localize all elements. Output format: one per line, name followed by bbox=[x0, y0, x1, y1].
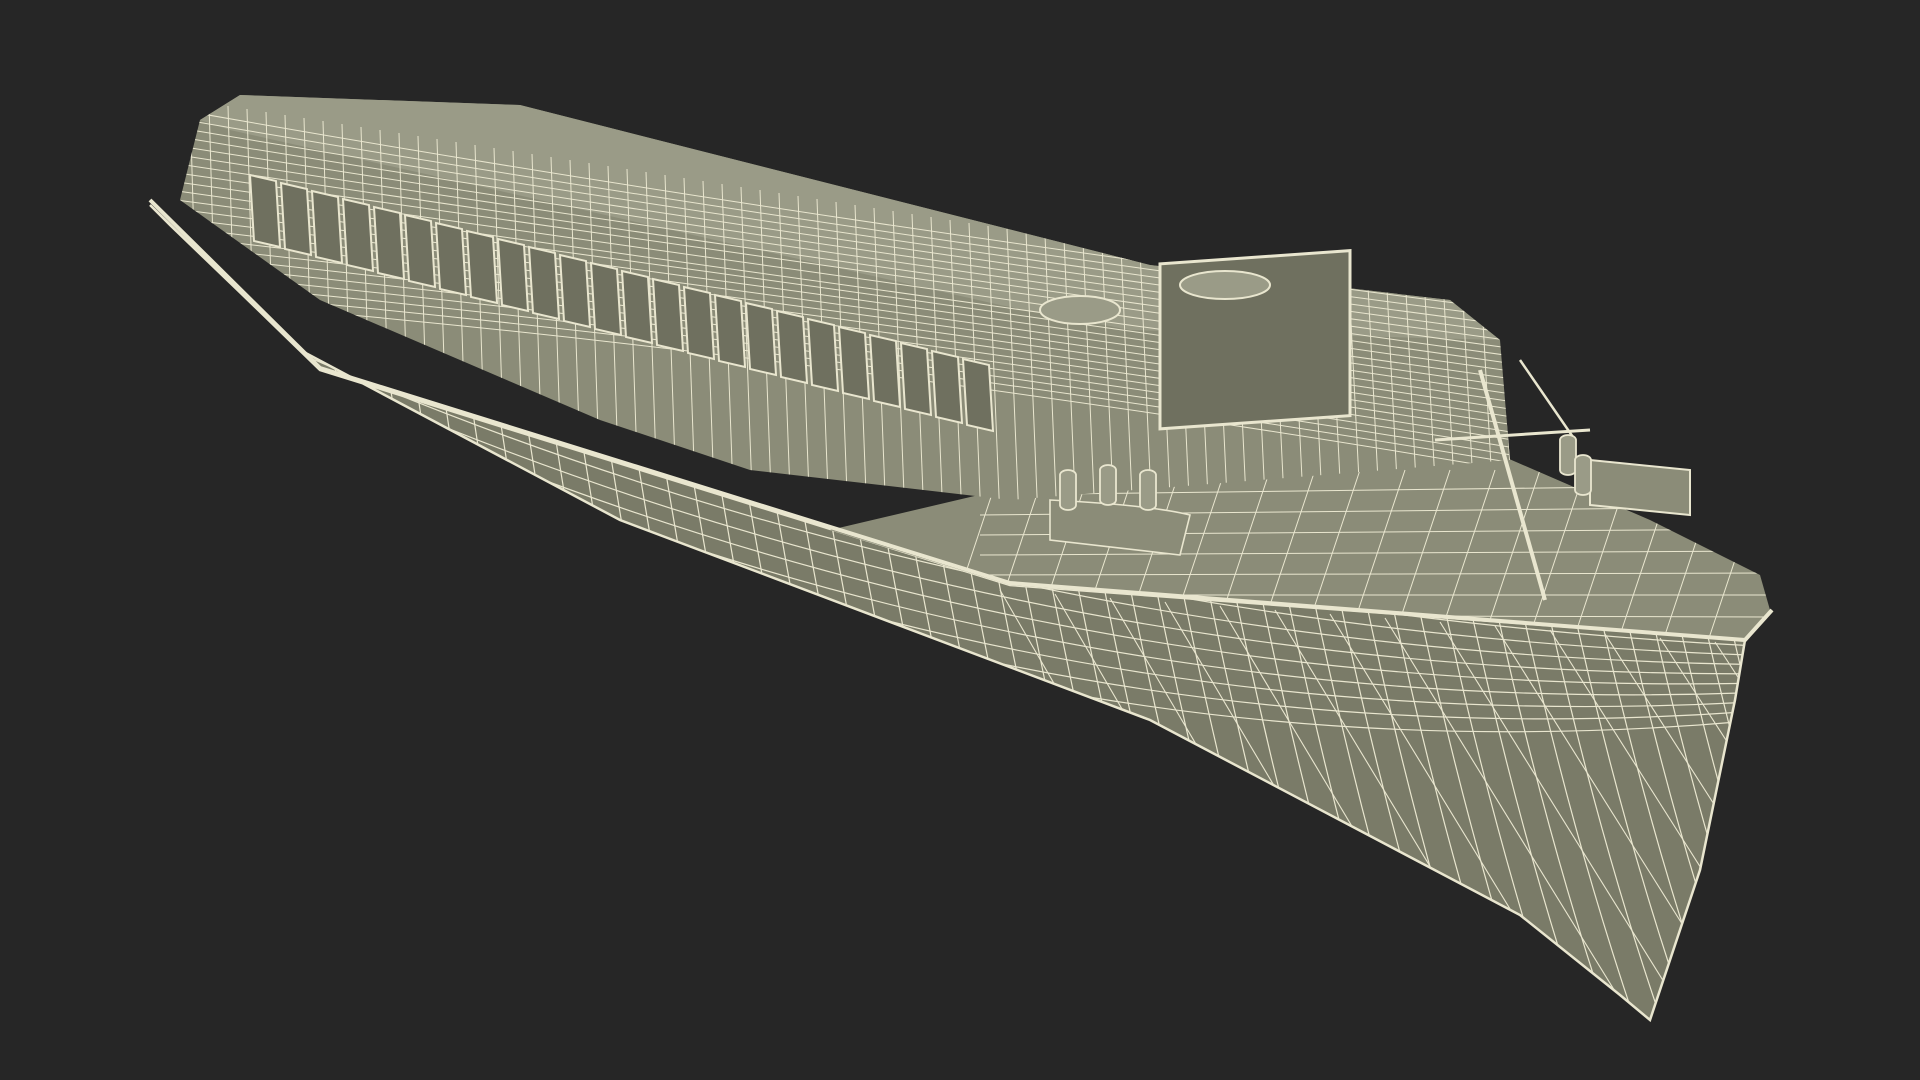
cabin bbox=[180, 95, 1510, 500]
render-viewport bbox=[0, 0, 1920, 1080]
boat-wireframe bbox=[148, 95, 1774, 1023]
